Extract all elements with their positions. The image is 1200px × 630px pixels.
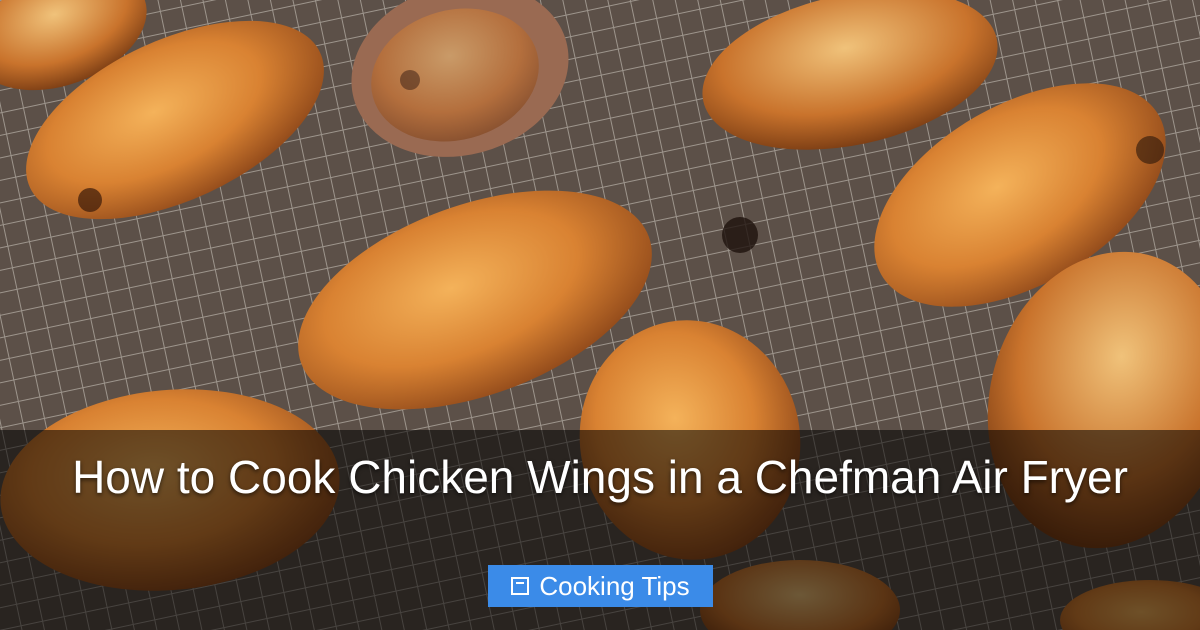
category-badge[interactable]: Cooking Tips xyxy=(488,565,713,607)
article-title: How to Cook Chicken Wings in a Chefman A… xyxy=(72,451,1128,503)
category-icon xyxy=(511,577,530,595)
category-label: Cooking Tips xyxy=(539,570,690,601)
hero-banner: How to Cook Chicken Wings in a Chefman A… xyxy=(0,0,1200,630)
